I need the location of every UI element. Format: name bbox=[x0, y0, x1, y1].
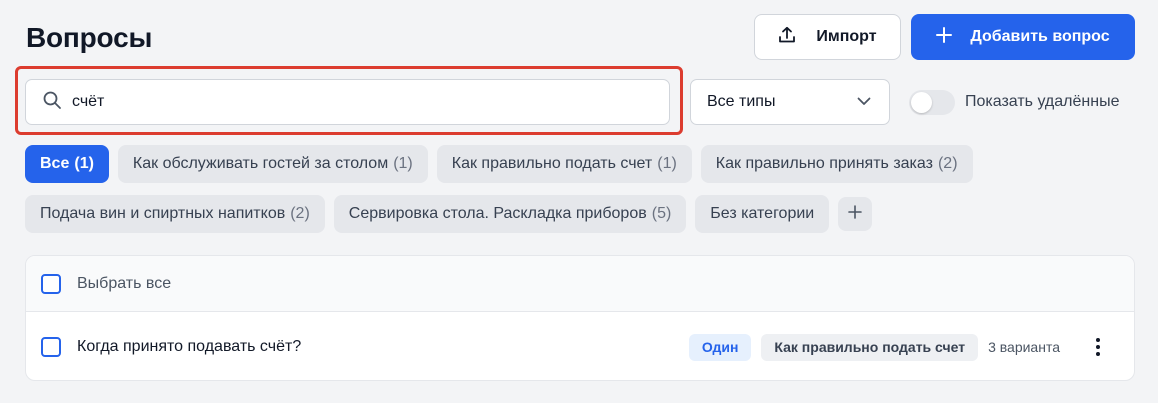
chip-count: (1) bbox=[74, 155, 94, 172]
plus-icon bbox=[936, 26, 953, 48]
question-type-badge: Один bbox=[688, 333, 752, 361]
variants-count: 3 варианта bbox=[988, 339, 1060, 355]
row-checkbox[interactable] bbox=[41, 337, 61, 357]
show-deleted-label: Показать удалённые bbox=[965, 93, 1120, 110]
category-chip[interactable]: Сервировка стола. Раскладка приборов (5) bbox=[333, 195, 687, 233]
chip-label: Все bbox=[40, 155, 70, 172]
category-chip[interactable]: Как обслуживать гостей за столом (1) bbox=[117, 145, 428, 183]
toggle-knob bbox=[911, 92, 932, 113]
questions-list: Выбрать все Когда принято подавать счёт?… bbox=[25, 255, 1135, 381]
chip-count: (1) bbox=[393, 155, 413, 172]
type-select[interactable]: Все типы bbox=[690, 79, 890, 125]
import-button[interactable]: Импорт bbox=[754, 14, 901, 60]
search-icon bbox=[42, 90, 62, 115]
category-chip[interactable]: Как правильно принять заказ (2) bbox=[700, 145, 973, 183]
chip-label: Как правильно принять заказ bbox=[715, 155, 933, 172]
chip-label: Как правильно подать счет bbox=[451, 155, 653, 172]
category-chip[interactable]: Как правильно подать счет (1) bbox=[436, 145, 692, 183]
category-chip-uncategorized[interactable]: Без категории bbox=[695, 195, 830, 233]
select-all-checkbox[interactable] bbox=[41, 273, 61, 294]
category-filter: Все (1) Как обслуживать гостей за столом(… bbox=[25, 145, 1135, 245]
question-row[interactable]: Когда принято подавать счёт? Один Как пр… bbox=[26, 312, 1134, 380]
search-input[interactable] bbox=[72, 93, 632, 111]
chip-label: Без категории bbox=[710, 205, 815, 222]
question-text: Когда принято подавать счёт? bbox=[77, 338, 302, 355]
chip-count: (2) bbox=[290, 205, 310, 222]
kebab-menu-icon[interactable] bbox=[1088, 332, 1108, 362]
search-box[interactable] bbox=[25, 79, 670, 125]
add-category-button[interactable] bbox=[838, 197, 873, 231]
chip-label: Как обслуживать гостей за столом bbox=[132, 155, 389, 172]
add-question-label: Добавить вопрос bbox=[970, 28, 1110, 45]
page-title: Вопросы bbox=[26, 22, 153, 53]
chip-count: (5) bbox=[651, 205, 672, 222]
chip-label: Сервировка стола. Раскладка приборов bbox=[348, 205, 647, 222]
question-category-badge: Как правильно подать счет bbox=[761, 333, 979, 361]
category-chip-all[interactable]: Все (1) bbox=[25, 145, 109, 183]
plus-icon bbox=[848, 204, 863, 224]
chevron-down-icon bbox=[857, 93, 871, 111]
add-question-button[interactable]: Добавить вопрос bbox=[911, 14, 1135, 60]
type-select-value: Все типы bbox=[707, 93, 776, 110]
show-deleted-toggle[interactable] bbox=[909, 90, 955, 115]
chip-count: (2) bbox=[937, 155, 958, 172]
list-header: Выбрать все bbox=[26, 256, 1134, 312]
chip-label: Подача вин и спиртных напитков bbox=[40, 205, 286, 222]
select-all-label: Выбрать все bbox=[77, 274, 172, 292]
chip-count: (1) bbox=[657, 155, 677, 172]
category-chip[interactable]: Подача вин и спиртных напитков (2) bbox=[25, 195, 325, 233]
upload-icon bbox=[778, 26, 796, 49]
import-label: Импорт bbox=[816, 28, 877, 45]
